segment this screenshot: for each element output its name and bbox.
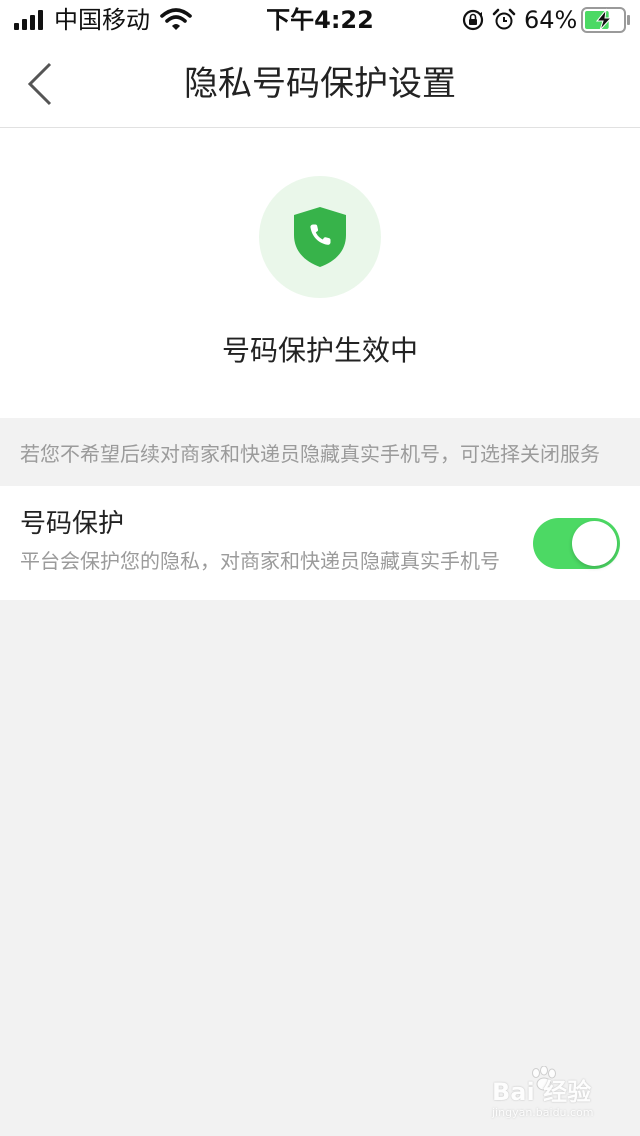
battery-charging-icon: [581, 7, 630, 33]
protection-status-text: 号码保护生效中: [221, 334, 418, 367]
watermark-text: Bai 经验: [492, 1078, 592, 1106]
shield-phone-icon: [294, 207, 346, 267]
baidu-jingyan-watermark: Bai 经验 jingyan.baidu.com: [484, 1066, 624, 1126]
battery-percent: 64%: [524, 6, 578, 34]
toggle-knob: [572, 521, 617, 566]
hint-text: 若您不希望后续对商家和快递员隐藏真实手机号，可选择关闭服务: [20, 442, 600, 466]
nav-bar: 隐私号码保护设置: [0, 40, 640, 128]
page-title: 隐私号码保护设置: [184, 64, 456, 104]
rotation-lock-icon: [462, 9, 484, 31]
shield-circle: [259, 176, 381, 298]
watermark-url: jingyan.baidu.com: [492, 1106, 594, 1119]
number-protection-row: 号码保护 平台会保护您的隐私，对商家和快递员隐藏真实手机号: [0, 486, 640, 600]
setting-description: 平台会保护您的隐私，对商家和快递员隐藏真实手机号: [20, 549, 500, 573]
status-bar: 中国移动 下午4:22 64%: [0, 0, 640, 40]
alarm-icon: [492, 8, 516, 30]
setting-title: 号码保护: [20, 509, 125, 539]
number-protection-toggle[interactable]: [533, 518, 620, 569]
protection-status-card: 号码保护生效中: [0, 128, 640, 418]
